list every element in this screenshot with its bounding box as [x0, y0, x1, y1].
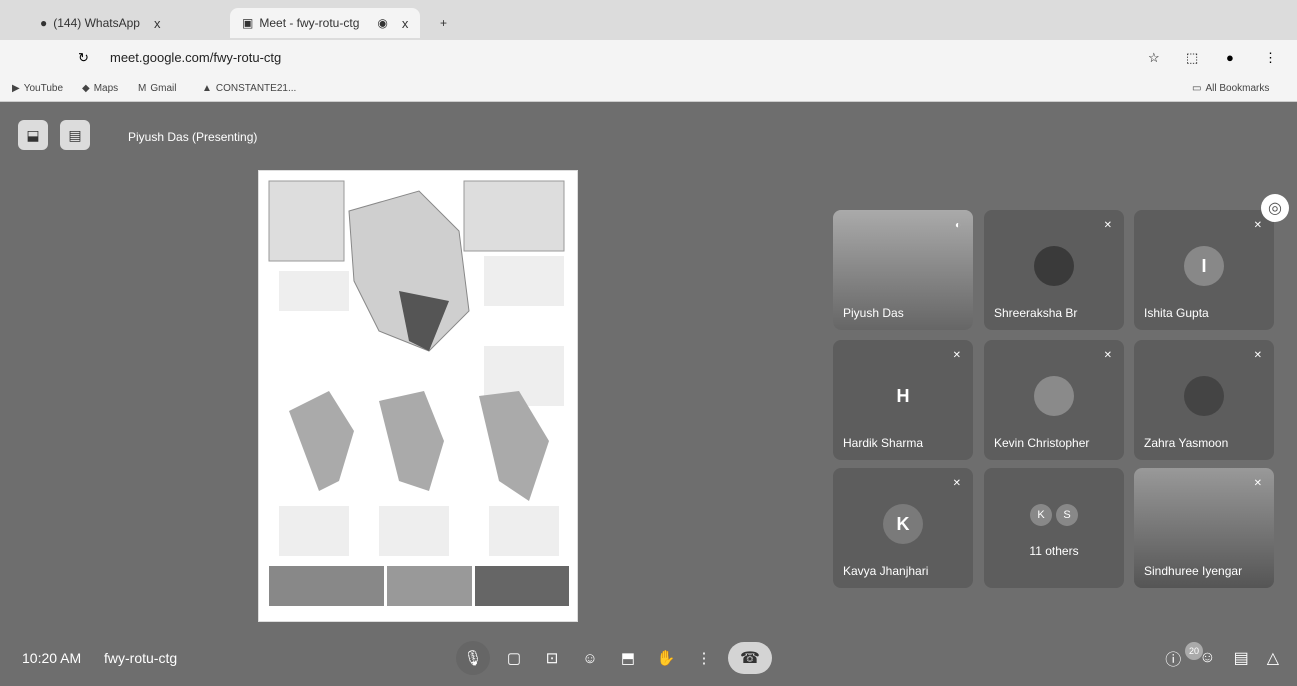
meeting-time: 10:20 AM — [22, 650, 82, 666]
mic-off-icon: ✕ — [1103, 220, 1112, 231]
bookmarks-bar: ▶ YouTube ◆ Maps M Gmail ▲ CONSTANTE21..… — [0, 78, 1297, 102]
avatar: H — [896, 385, 910, 406]
maps-icon: ◆ — [82, 83, 90, 94]
bookmark-youtube[interactable]: ▶ YouTube — [12, 83, 63, 94]
mic-off-icon: ✕ — [1103, 350, 1112, 361]
participant-name: Shreeraksha Br — [994, 306, 1078, 320]
star-icon[interactable]: ☆ — [1148, 50, 1160, 66]
avatar: S — [1056, 504, 1078, 526]
pin-presentation-button[interactable]: ⬓ — [18, 120, 48, 150]
captions-button[interactable]: ⊡ — [538, 644, 566, 672]
all-bookmarks-label: All Bookmarks — [1205, 83, 1270, 94]
avatar: I — [1184, 246, 1224, 286]
profile-icon[interactable]: ● — [1226, 50, 1234, 65]
new-tab-label: + — [440, 16, 448, 30]
close-tab-icon[interactable]: x — [402, 16, 409, 31]
participant-name: Hardik Sharma — [843, 436, 924, 450]
bookmark-label: YouTube — [23, 83, 63, 94]
mic-off-icon: ✕ — [1253, 350, 1262, 361]
participant-name: Ishita Gupta — [1144, 306, 1209, 320]
emoji-button[interactable]: ☺ — [576, 644, 604, 672]
mic-off-icon: ✕ — [1253, 478, 1262, 489]
recording-icon: ◉ — [377, 16, 388, 30]
bookmark-maps[interactable]: ◆ Maps — [82, 83, 118, 94]
gmail-icon: M — [138, 83, 147, 94]
participant-tile[interactable]: K ✕ Kavya Jhanjhari — [833, 468, 973, 588]
speaking-icon: ◐ — [954, 220, 961, 231]
presenter-label: Piyush Das (Presenting) — [128, 130, 258, 144]
folder-icon: ▭ — [1192, 83, 1202, 94]
avatar — [1034, 246, 1074, 286]
participant-tile[interactable]: ◐ Piyush Das — [833, 210, 973, 330]
tab-meet[interactable]: ▣ Meet - fwy-rotu-ctg ◉ x — [230, 8, 421, 38]
avatar — [1034, 376, 1074, 416]
participant-name: Kavya Jhanjhari — [843, 564, 929, 578]
mic-off-icon: ✕ — [952, 350, 961, 361]
participant-tile[interactable]: ✕ Zahra Yasmoon — [1134, 340, 1274, 460]
others-tile[interactable]: K S 11 others — [984, 468, 1124, 588]
menu-icon[interactable]: ⋮ — [1264, 50, 1277, 66]
avatar: K — [883, 504, 923, 544]
meeting-controls-bar: 10:20 AM fwy-rotu-ctg 🎙 ▢ ⊡ ☺ ⬒ ✋ ⋮ ☎ ⓘ … — [0, 630, 1297, 686]
info-icon[interactable]: ⓘ — [1165, 646, 1181, 670]
participant-name: Kevin Christopher — [994, 436, 1090, 450]
meeting-stage: ⬓ ▤ Piyush Das (Presenting) ◐ Piyush Das — [0, 102, 1297, 686]
leave-call-button[interactable]: ☎ — [728, 642, 772, 674]
bookmark-icon: ▲ — [202, 83, 212, 94]
youtube-icon: ▶ — [12, 83, 20, 94]
bookmark-label: Gmail — [150, 83, 177, 94]
others-count: 11 others — [1029, 544, 1079, 558]
reload-icon[interactable]: ↻ — [78, 50, 89, 66]
bookmark-label: Maps — [93, 83, 119, 94]
camera-button[interactable]: ▢ — [500, 644, 528, 672]
mic-off-icon: ✕ — [952, 478, 961, 489]
participant-name: Piyush Das — [843, 306, 904, 320]
tab-title: Meet - fwy-rotu-ctg — [259, 16, 360, 30]
participant-count-badge: 20 — [1185, 642, 1203, 660]
bookmark-label: CONSTANTE21... — [215, 83, 297, 94]
participant-name: Zahra Yasmoon — [1144, 436, 1229, 450]
address-bar: ↻ meet.google.com/fwy-rotu-ctg ☆ ⬚ ● ⋮ — [0, 40, 1297, 78]
shared-screen — [258, 170, 578, 622]
participant-tile[interactable]: ✕ Shreeraksha Br — [984, 210, 1124, 330]
extensions-icon[interactable]: ⬚ — [1186, 50, 1198, 66]
main-controls: 🎙 ▢ ⊡ ☺ ⬒ ✋ ⋮ ☎ — [456, 641, 772, 675]
layout-button[interactable]: ▤ — [60, 120, 90, 150]
activities-icon[interactable]: △ — [1267, 648, 1279, 668]
raise-hand-button[interactable]: ✋ — [652, 644, 680, 672]
new-tab-button[interactable]: + — [440, 8, 447, 38]
mic-button[interactable]: 🎙 — [456, 641, 490, 675]
meeting-code: fwy-rotu-ctg — [104, 650, 178, 666]
participant-tile[interactable]: ✕ Kevin Christopher — [984, 340, 1124, 460]
participant-tile[interactable]: I ✕ Ishita Gupta — [1134, 210, 1274, 330]
present-button[interactable]: ⬒ — [614, 644, 642, 672]
side-controls: ⓘ ☺ ▤ △ — [1165, 646, 1279, 670]
participant-tile[interactable]: ✕ Sindhuree Iyengar — [1134, 468, 1274, 588]
chat-icon[interactable]: ▤ — [1234, 648, 1249, 668]
chrome-extension-icon[interactable]: ◎ — [1261, 194, 1289, 222]
mic-off-icon: ✕ — [1253, 220, 1262, 231]
bookmark-gmail[interactable]: M Gmail — [138, 83, 176, 94]
url-field[interactable]: meet.google.com/fwy-rotu-ctg — [110, 50, 281, 65]
tab-title: (144) WhatsApp — [53, 16, 140, 30]
close-tab-icon[interactable]: x — [154, 16, 161, 31]
poster-graphic — [268, 180, 569, 606]
participant-name: Sindhuree Iyengar — [1144, 564, 1243, 578]
avatar: K — [1030, 504, 1052, 526]
more-options-button[interactable]: ⋮ — [690, 644, 718, 672]
meet-icon: ▣ — [242, 16, 254, 30]
all-bookmarks[interactable]: ▭ All Bookmarks — [1192, 83, 1269, 94]
browser-tab-bar: ● (144) WhatsApp x ▣ Meet - fwy-rotu-ctg… — [0, 0, 1297, 40]
whatsapp-icon: ● — [40, 16, 48, 30]
avatar — [1184, 376, 1224, 416]
bookmark-constante[interactable]: ▲ CONSTANTE21... — [202, 83, 296, 94]
tab-whatsapp[interactable]: ● (144) WhatsApp x — [40, 8, 160, 38]
participant-tile[interactable]: H ✕ Hardik Sharma — [833, 340, 973, 460]
